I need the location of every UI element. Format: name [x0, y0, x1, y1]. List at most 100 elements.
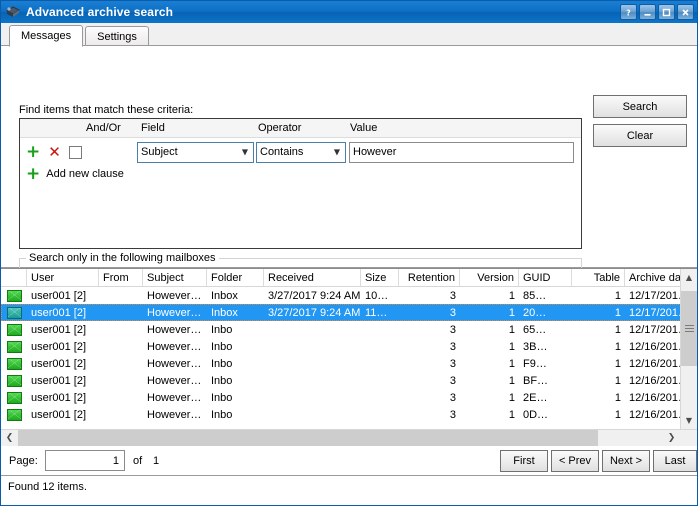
criteria-header-field: Field — [137, 122, 254, 134]
table-row[interactable]: user001 [2] However… Inbox 3/27/2017 9:2… — [1, 304, 697, 321]
search-button[interactable]: Search — [593, 95, 687, 118]
envelope-icon — [1, 307, 27, 319]
clear-button[interactable]: Clear — [593, 124, 687, 147]
cell-retention: 3 — [399, 375, 460, 387]
cell-folder: Inbo — [207, 392, 264, 404]
table-row[interactable]: user001 [2] However… Inbo 3 1 0D… 1 12/1… — [1, 406, 697, 423]
cell-version: 1 — [460, 341, 519, 353]
scroll-down-icon[interactable]: ▼ — [681, 412, 697, 429]
minimize-button[interactable] — [639, 4, 656, 20]
cell-subject: However… — [143, 324, 207, 336]
cell-folder: Inbo — [207, 358, 264, 370]
cell-size: 11… — [361, 307, 399, 319]
criteria-column-headers: And/Or Field Operator Value — [20, 119, 581, 138]
cell-subject: However… — [143, 409, 207, 421]
pagination-bar: Page: 1 of 1 First < Prev Next > Last — [1, 447, 697, 476]
cell-version: 1 — [460, 409, 519, 421]
envelope-icon — [1, 392, 27, 404]
field-select[interactable]: Subject ▼ — [137, 142, 254, 163]
criteria-header-and-or: And/Or — [82, 122, 137, 134]
search-results-panel: User From Subject Folder Received Size R… — [1, 268, 697, 505]
status-text: Found 12 items. — [8, 481, 87, 493]
cell-subject: However… — [143, 392, 207, 404]
results-grid: User From Subject Folder Received Size R… — [1, 269, 697, 429]
cell-folder: Inbo — [207, 375, 264, 387]
cell-retention: 3 — [399, 392, 460, 404]
cell-user: user001 [2] — [27, 324, 99, 336]
column-header-table[interactable]: Table — [572, 269, 625, 286]
column-header-icon[interactable] — [1, 269, 27, 286]
table-row[interactable]: user001 [2] However… Inbo 3 1 F9… 1 12/1… — [1, 355, 697, 372]
cell-version: 1 — [460, 358, 519, 370]
cell-user: user001 [2] — [27, 341, 99, 353]
scrollbar-corner — [680, 430, 697, 446]
tab-settings[interactable]: Settings — [85, 26, 149, 46]
column-header-version[interactable]: Version — [460, 269, 519, 286]
next-page-button[interactable]: Next > — [602, 450, 650, 472]
envelope-icon — [1, 290, 27, 302]
cell-guid: BF… — [519, 375, 572, 387]
plus-icon: + — [26, 169, 40, 179]
cell-version: 1 — [460, 324, 519, 336]
cell-user: user001 [2] — [27, 290, 99, 302]
column-header-received[interactable]: Received — [264, 269, 361, 286]
column-header-guid[interactable]: GUID — [519, 269, 572, 286]
column-header-retention[interactable]: Retention — [399, 269, 460, 286]
cell-table: 1 — [572, 307, 625, 319]
results-horizontal-scrollbar[interactable]: ❮ ❯ — [1, 429, 697, 446]
column-header-size[interactable]: Size — [361, 269, 399, 286]
table-row[interactable]: user001 [2] However… Inbo 3 1 65… 1 12/1… — [1, 321, 697, 338]
close-button[interactable] — [677, 4, 694, 20]
scroll-right-icon[interactable]: ❯ — [663, 430, 680, 446]
tab-messages[interactable]: Messages — [9, 25, 83, 47]
criteria-header-value: Value — [346, 122, 581, 134]
cell-retention: 3 — [399, 324, 460, 336]
cell-guid: 85… — [519, 290, 572, 302]
mailbox-filter-legend: Search only in the following mailboxes — [26, 252, 219, 264]
column-header-subject[interactable]: Subject — [143, 269, 207, 286]
cell-table: 1 — [572, 358, 625, 370]
operator-select[interactable]: Contains ▼ — [256, 142, 346, 163]
clause-select-checkbox[interactable] — [69, 146, 82, 159]
page-number-input[interactable]: 1 — [45, 450, 125, 471]
envelope-icon — [1, 358, 27, 370]
cell-table: 1 — [572, 392, 625, 404]
column-header-user[interactable]: User — [27, 269, 99, 286]
maximize-button[interactable] — [658, 4, 675, 20]
criteria-row: + ✕ Subject ▼ Contains ▼ However — [20, 138, 581, 163]
results-vertical-scrollbar[interactable]: ▲ ▼ — [680, 269, 697, 429]
envelope-icon — [1, 324, 27, 336]
scroll-left-icon[interactable]: ❮ — [1, 430, 18, 446]
value-input[interactable]: However — [349, 142, 574, 163]
table-row[interactable]: user001 [2] However… Inbo 3 1 BF… 1 12/1… — [1, 372, 697, 389]
title-bar: Advanced archive search ? — [1, 1, 697, 23]
first-page-button[interactable]: First — [500, 450, 548, 472]
cell-version: 1 — [460, 290, 519, 302]
svg-text:?: ? — [626, 8, 631, 17]
cell-received: 3/27/2017 9:24 AM — [264, 290, 361, 302]
results-grid-header: User From Subject Folder Received Size R… — [1, 269, 697, 287]
cell-guid: F9… — [519, 358, 572, 370]
column-header-folder[interactable]: Folder — [207, 269, 264, 286]
cell-folder: Inbo — [207, 341, 264, 353]
vertical-scroll-thumb[interactable] — [681, 291, 697, 366]
last-page-button[interactable]: Last — [653, 450, 697, 472]
add-clause-icon[interactable]: + — [26, 147, 40, 157]
cell-retention: 3 — [399, 290, 460, 302]
cell-subject: However… — [143, 341, 207, 353]
table-row[interactable]: user001 [2] However… Inbox 3/27/2017 9:2… — [1, 287, 697, 304]
horizontal-scroll-thumb[interactable] — [18, 430, 598, 446]
tab-strip: Messages Settings — [1, 23, 697, 46]
scroll-up-icon[interactable]: ▲ — [681, 269, 697, 286]
tab-messages-label: Messages — [21, 30, 71, 42]
envelope-icon — [1, 409, 27, 421]
remove-clause-icon[interactable]: ✕ — [48, 147, 61, 157]
table-row[interactable]: user001 [2] However… Inbo 3 1 2E… 1 12/1… — [1, 389, 697, 406]
table-row[interactable]: user001 [2] However… Inbo 3 1 3B… 1 12/1… — [1, 338, 697, 355]
help-button[interactable]: ? — [620, 4, 637, 20]
prev-page-button[interactable]: < Prev — [551, 450, 599, 472]
column-header-from[interactable]: From — [99, 269, 143, 286]
add-new-clause-button[interactable]: + Add new clause — [20, 165, 581, 183]
cell-version: 1 — [460, 375, 519, 387]
cell-table: 1 — [572, 290, 625, 302]
